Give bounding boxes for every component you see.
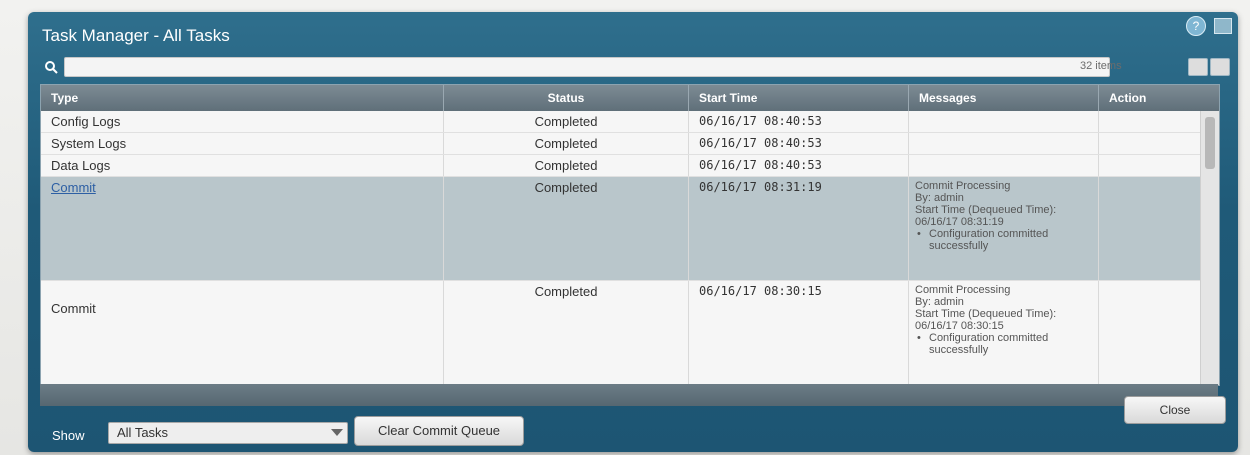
task-manager-dialog: Task Manager - All Tasks ? 32 items Type… [28,12,1238,452]
cell-start-time: 06/16/17 08:40:53 [689,133,909,154]
search-input[interactable] [64,57,1110,77]
commit-link[interactable]: Commit [51,180,96,195]
cell-type: Data Logs [41,155,444,176]
table-row[interactable]: Data Logs Completed 06/16/17 08:40:53 [41,155,1201,177]
cell-messages [909,111,1099,132]
maximize-icon[interactable] [1214,18,1232,34]
cell-start-time: 06/16/17 08:30:15 [689,281,909,384]
table-row[interactable]: Commit Completed 06/16/17 08:30:15 Commi… [41,281,1201,385]
message-line: By: admin [915,192,964,204]
cell-action [1099,111,1201,132]
show-label: Show [52,428,85,443]
cell-action [1099,177,1201,280]
search-bar: 32 items [40,56,1230,80]
refresh-icon[interactable] [1188,58,1208,76]
chevron-down-icon [331,429,343,436]
message-line: By: admin [915,296,964,308]
cell-messages: Commit Processing By: admin Start Time (… [909,177,1099,280]
window-controls: ? [1186,16,1232,36]
cell-type: Commit [41,177,444,280]
cell-type: Config Logs [41,111,444,132]
dialog-title: Task Manager - All Tasks [42,26,230,45]
cell-messages [909,133,1099,154]
search-icon [45,61,58,74]
close-button[interactable]: Close [1124,396,1226,424]
dialog-footer: Show All Tasks Clear Commit Queue Close [28,396,1238,452]
message-line: Start Time (Dequeued Time): 06/16/17 08:… [915,308,1057,332]
table-header: Type Status Start Time Messages Action [41,85,1219,111]
cell-status: Completed [444,133,689,154]
cell-start-time: 06/16/17 08:31:19 [689,177,909,280]
column-header-action[interactable]: Action [1099,85,1219,111]
cell-type: System Logs [41,133,444,154]
table-row-selected[interactable]: Commit Completed 06/16/17 08:31:19 Commi… [41,177,1201,281]
cell-action [1099,281,1201,384]
clear-commit-queue-button[interactable]: Clear Commit Queue [354,416,524,446]
cell-status: Completed [444,155,689,176]
column-header-start-time[interactable]: Start Time [689,85,909,111]
message-bullet: Configuration committed successfully [915,228,1092,252]
cell-status: Completed [444,281,689,384]
table-row[interactable]: System Logs Completed 06/16/17 08:40:53 [41,133,1201,155]
table-body: Config Logs Completed 06/16/17 08:40:53 … [41,111,1201,385]
table-footer-bar [40,384,1218,406]
cell-action [1099,133,1201,154]
message-line: Commit Processing [915,284,1011,296]
tasks-table: Type Status Start Time Messages Action C… [40,84,1220,386]
cell-type: Commit [41,281,444,384]
column-header-status[interactable]: Status [444,85,689,111]
clear-filter-icon[interactable] [1210,58,1230,76]
message-line: Start Time (Dequeued Time): 06/16/17 08:… [915,204,1057,228]
table-row[interactable]: Config Logs Completed 06/16/17 08:40:53 [41,111,1201,133]
column-header-messages[interactable]: Messages [909,85,1099,111]
scrollbar-thumb[interactable] [1205,117,1215,169]
message-bullet: Configuration committed successfully [915,332,1092,356]
items-count: 32 items [1080,60,1122,72]
cell-messages [909,155,1099,176]
vertical-scrollbar[interactable] [1200,111,1219,385]
cell-start-time: 06/16/17 08:40:53 [689,155,909,176]
show-filter-select[interactable]: All Tasks [108,422,348,444]
column-header-type[interactable]: Type [41,85,444,111]
cell-start-time: 06/16/17 08:40:53 [689,111,909,132]
cell-action [1099,155,1201,176]
cell-status: Completed [444,111,689,132]
message-line: Commit Processing [915,180,1011,192]
help-icon[interactable]: ? [1186,16,1206,36]
cell-status: Completed [444,177,689,280]
cell-messages: Commit Processing By: admin Start Time (… [909,281,1099,384]
show-filter-value: All Tasks [117,425,169,440]
